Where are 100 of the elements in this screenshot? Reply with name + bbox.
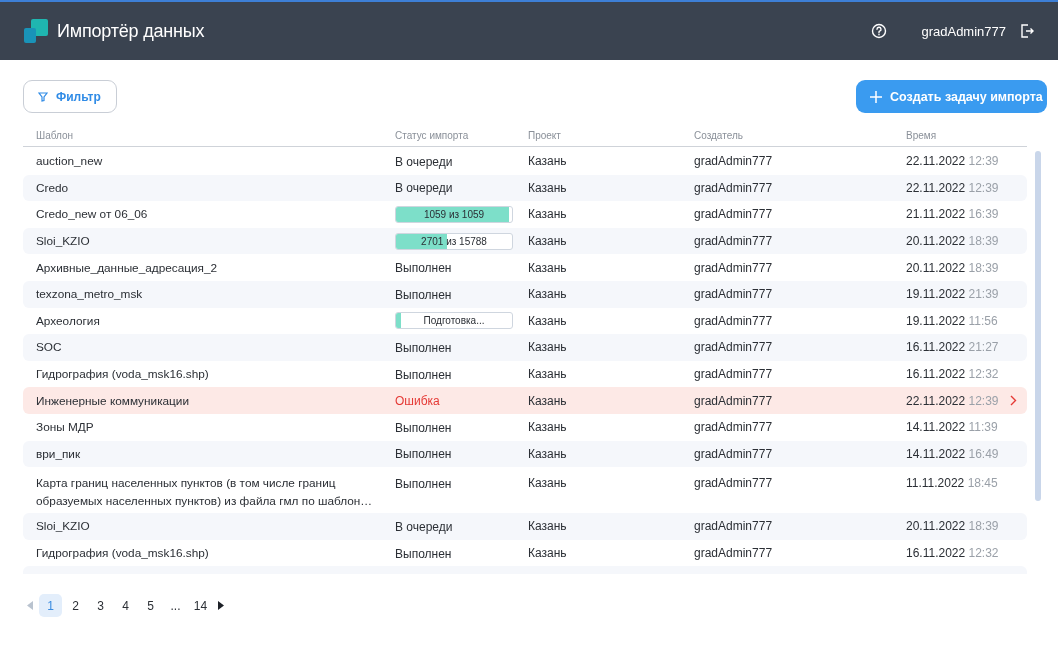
table-row[interactable]: Инженерные коммуникации Ошибка Казань gradAdmin777 22.11.2022 12:39 <box>23 387 1027 414</box>
status-text: Выполнен <box>395 261 452 276</box>
project-cell-text: Казань <box>528 445 568 463</box>
creator-cell-text: gradAdmin777 <box>694 475 774 493</box>
template-name: Credo <box>36 179 70 197</box>
page-button[interactable]: 5 <box>139 594 162 617</box>
status-text: В очереди <box>395 181 453 196</box>
project-cell-text: Казань <box>528 259 568 277</box>
template-name: Гидрография (voda_msk16.shp) <box>36 545 210 562</box>
page-button[interactable]: 3 <box>89 594 112 617</box>
time-cell-text: 22.11.2022 12:39 <box>906 179 999 197</box>
plus-icon <box>870 90 882 103</box>
time-cell-text: 16.11.2022 12:32 <box>906 366 999 384</box>
time-cell-text: 20.11.2022 18:39 <box>906 233 999 251</box>
template-name: auction_new <box>36 153 104 171</box>
chevron-right-icon[interactable] <box>1010 395 1017 407</box>
table-row[interactable]: Sloi_KZIO 2701 из 15788 Казань gradAdmin777 20.11.2022 18:39 <box>23 227 1027 255</box>
project-cell-text: Казань <box>528 153 568 171</box>
template-name: Sloi_KZIO <box>36 518 91 536</box>
time-cell-text: 22.11.2022 12:39 <box>906 153 999 171</box>
logout-icon[interactable] <box>1020 24 1034 38</box>
creator-cell-text: gradAdmin777 <box>694 206 774 224</box>
project-cell-text: Казань <box>528 545 568 562</box>
template-name: texzona_metro_msk <box>36 286 144 304</box>
page-button[interactable]: 2 <box>64 594 87 617</box>
page-button[interactable]: ... <box>164 594 187 617</box>
table-row[interactable]: ври_пик Выполнен Казань gradAdmin777 14.11.2022 16:49 <box>23 440 1027 468</box>
template-name: Sloi_KZIO <box>36 233 91 251</box>
creator-cell-text: gradAdmin777 <box>694 153 774 171</box>
logo-icon <box>23 18 49 44</box>
project-cell-text: Казань <box>528 339 568 357</box>
time-cell-text: 19.11.2022 21:39 <box>906 286 999 304</box>
time-cell-text: 19.11.2022 11:56 <box>906 312 998 330</box>
template-name: Карта границ населенных пунктов (в том числе границ образуемых населенных пунктов) из файла гмл по шаблон… <box>36 475 374 511</box>
status-text: Выполнен <box>395 340 452 355</box>
status-text: Выполнен <box>395 477 452 492</box>
status-text: Выполнен <box>395 447 452 462</box>
progress-label: Подготовка... <box>422 314 486 329</box>
template-name: Археология <box>36 312 101 330</box>
creator-cell-text: gradAdmin777 <box>694 545 774 562</box>
table-row[interactable]: Sloi_KZIO В очереди Казань gradAdmin777 20.11.2022 18:39 <box>23 513 1027 540</box>
time-cell-text: 14.11.2022 16:49 <box>906 445 999 463</box>
status-text: В очереди <box>395 519 453 534</box>
app-title: Импортёр данных <box>57 20 205 42</box>
filter-button[interactable]: Фильтр <box>23 80 117 113</box>
triangle-right-icon <box>218 601 224 610</box>
table-row[interactable]: Credo В очереди Казань gradAdmin777 22.11.2022 12:39 <box>23 174 1027 202</box>
column-header: Статус импорта <box>395 130 470 141</box>
project-cell-text: Казань <box>528 312 568 330</box>
triangle-left-icon <box>27 601 33 610</box>
project-cell-text: Казань <box>528 518 568 536</box>
page-button[interactable]: 4 <box>114 594 137 617</box>
table-row[interactable]: SOC Выполнен Казань gradAdmin777 16.11.2022 21:27 <box>23 334 1027 361</box>
status-text: В очереди <box>395 154 453 169</box>
column-header: Шаблон <box>36 130 75 141</box>
template-name: Credo_new от 06_06 <box>36 206 149 224</box>
creator-cell-text: gradAdmin777 <box>694 286 774 304</box>
time-cell-text: 16.11.2022 12:32 <box>906 545 999 562</box>
creator-cell-text: gradAdmin777 <box>694 259 774 277</box>
project-cell-text: Казань <box>528 179 568 197</box>
time-cell-text: 22.11.2022 12:39 <box>906 392 999 410</box>
table-row[interactable]: texzona_metro_msk Выполнен Казань gradAdmin777 19.11.2022 21:39 <box>23 280 1027 308</box>
status-text: Выполнен <box>395 287 452 302</box>
scrollbar[interactable] <box>1035 151 1041 501</box>
project-cell-text: Казань <box>528 233 568 251</box>
template-name: Инженерные коммуникации <box>36 392 191 410</box>
column-header: Проект <box>528 130 562 141</box>
progress-label: 1059 из 1059 <box>422 208 486 222</box>
status-text: Выполнен <box>395 420 452 435</box>
creator-cell-text: gradAdmin777 <box>694 179 774 197</box>
progress-label: 2701 из 15788 <box>420 234 488 249</box>
project-cell-text: Казань <box>528 475 568 493</box>
template-name: Зоны МДР <box>36 419 95 437</box>
project-cell-text: Казань <box>528 206 568 224</box>
column-header: Создатель <box>694 130 744 141</box>
status-text: Ошибка <box>395 394 440 409</box>
time-cell-text: 20.11.2022 18:39 <box>906 259 999 277</box>
time-cell-text: 11.11.2022 18:45 <box>906 475 998 493</box>
creator-cell-text: gradAdmin777 <box>694 445 774 463</box>
creator-cell-text: gradAdmin777 <box>694 392 774 410</box>
status-text: Выполнен <box>395 546 452 561</box>
project-cell-text: Казань <box>528 286 568 304</box>
creator-cell-text: gradAdmin777 <box>694 518 774 536</box>
template-name: SOC <box>36 339 63 357</box>
template-name: ври_пик <box>36 445 82 463</box>
time-cell-text: 20.11.2022 18:39 <box>906 518 999 536</box>
creator-cell-text: gradAdmin777 <box>694 419 774 437</box>
time-cell-text: 16.11.2022 21:27 <box>906 339 999 357</box>
project-cell-text: Казань <box>528 366 568 384</box>
help-icon[interactable] <box>871 23 888 39</box>
time-cell-text: 14.11.2022 11:39 <box>906 419 998 437</box>
user-name[interactable]: gradAdmin777 <box>921 23 1006 39</box>
filter-icon <box>38 91 48 102</box>
creator-cell-text: gradAdmin777 <box>694 339 774 357</box>
creator-cell-text: gradAdmin777 <box>694 233 774 251</box>
status-text: Выполнен <box>395 367 452 382</box>
creator-cell-text: gradAdmin777 <box>694 312 774 330</box>
time-cell-text: 21.11.2022 16:39 <box>906 206 999 224</box>
column-header: Время <box>906 130 938 141</box>
page-button[interactable]: 14 <box>189 594 212 617</box>
